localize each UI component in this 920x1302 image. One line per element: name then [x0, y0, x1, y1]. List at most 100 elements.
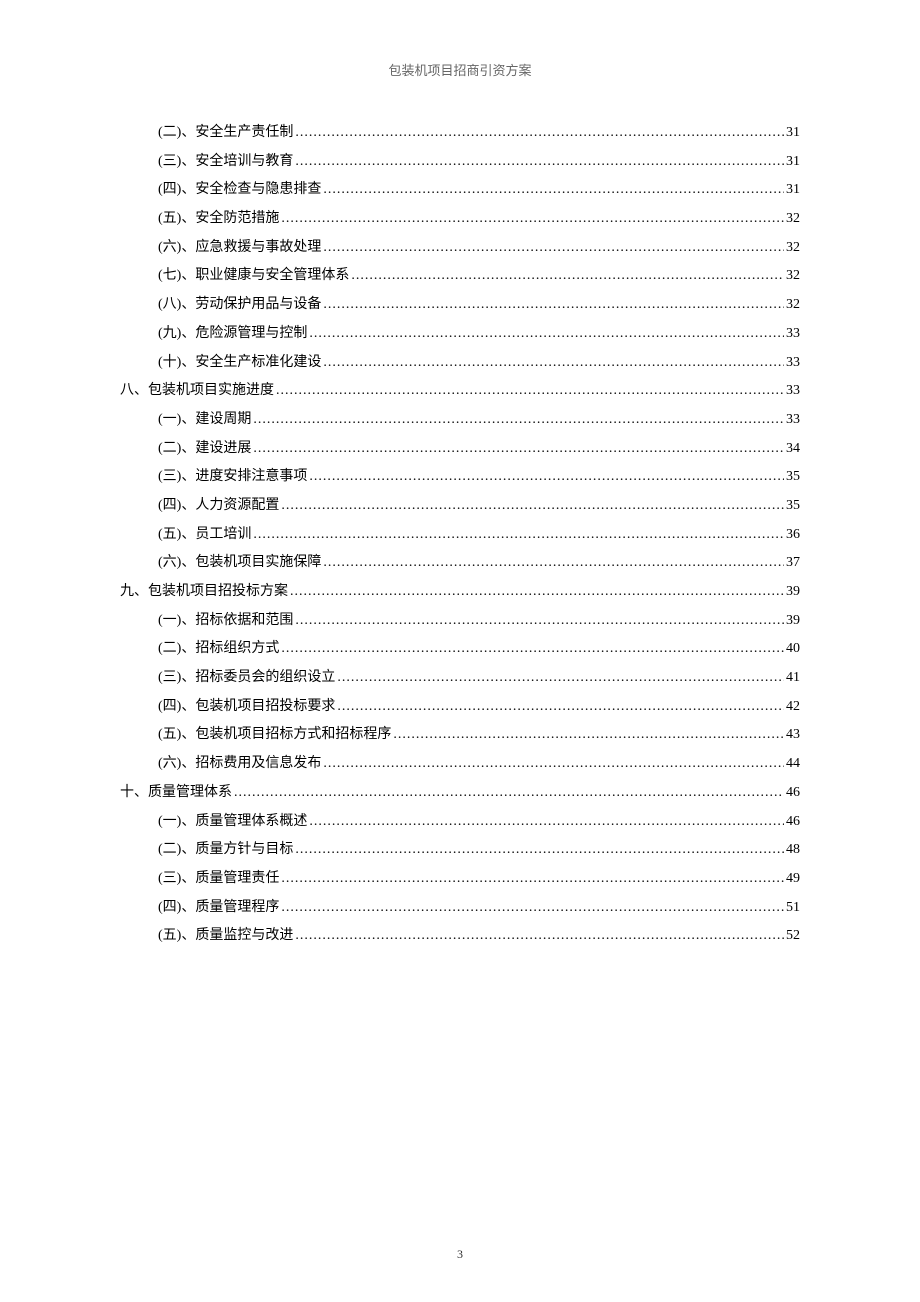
- toc-entry-page: 46: [786, 779, 800, 808]
- toc-leader-dots: [393, 721, 784, 750]
- page-number: 3: [0, 1247, 920, 1262]
- toc-entry-page: 32: [786, 234, 800, 263]
- toc-entry: (一)、建设周期 33: [120, 406, 800, 435]
- toc-entry-page: 43: [786, 721, 800, 750]
- toc-entry: (三)、安全培训与教育31: [120, 148, 800, 177]
- toc-entry-label: (六)、应急救援与事故处理: [158, 234, 321, 263]
- toc-entry: (一)、质量管理体系概述46: [120, 808, 800, 837]
- toc-entry-label: (二)、招标组织方式: [158, 635, 279, 664]
- toc-entry-page: 42: [786, 693, 800, 722]
- toc-entry: (二)、安全生产责任制31: [120, 119, 800, 148]
- toc-entry-page: 33: [786, 320, 800, 349]
- toc-entry: (五)、安全防范措施 32: [120, 205, 800, 234]
- toc-entry-label: (四)、安全检查与隐患排查: [158, 176, 321, 205]
- toc-leader-dots: [295, 607, 784, 636]
- toc-leader-dots: [276, 377, 784, 406]
- toc-entry-label: 十、质量管理体系: [120, 779, 232, 808]
- toc-entry: (二)、质量方针与目标48: [120, 836, 800, 865]
- toc-entry-page: 36: [786, 521, 800, 550]
- document-header-title: 包装机项目招商引资方案: [120, 60, 800, 79]
- toc-leader-dots: [309, 320, 784, 349]
- toc-entry-label: (五)、包装机项目招标方式和招标程序: [158, 721, 391, 750]
- toc-entry-label: (五)、安全防范措施: [158, 205, 279, 234]
- toc-entry-label: (四)、质量管理程序: [158, 894, 279, 923]
- toc-leader-dots: [323, 291, 784, 320]
- toc-entry-page: 37: [786, 549, 800, 578]
- toc-leader-dots: [281, 205, 784, 234]
- toc-leader-dots: [253, 435, 784, 464]
- toc-entry-page: 33: [786, 406, 800, 435]
- toc-entry-label: (一)、建设周期: [158, 406, 251, 435]
- toc-leader-dots: [323, 349, 784, 378]
- toc-leader-dots: [290, 578, 784, 607]
- toc-entry-label: (八)、劳动保护用品与设备: [158, 291, 321, 320]
- toc-entry-page: 52: [786, 922, 800, 951]
- toc-leader-dots: [295, 836, 784, 865]
- toc-entry: (五)、包装机项目招标方式和招标程序 43: [120, 721, 800, 750]
- toc-entry: (四)、安全检查与隐患排查 31: [120, 176, 800, 205]
- toc-leader-dots: [351, 262, 784, 291]
- toc-entry: (五)、员工培训 36: [120, 521, 800, 550]
- toc-entry-label: (一)、招标依据和范围: [158, 607, 293, 636]
- toc-entry-page: 33: [786, 377, 800, 406]
- toc-entry-page: 34: [786, 435, 800, 464]
- toc-entry: (四)、人力资源配置 35: [120, 492, 800, 521]
- toc-entry-label: (二)、建设进展: [158, 435, 251, 464]
- toc-entry: 九、包装机项目招投标方案 39: [120, 578, 800, 607]
- toc-entry: (十)、安全生产标准化建设 33: [120, 349, 800, 378]
- toc-leader-dots: [295, 922, 784, 951]
- toc-leader-dots: [309, 463, 784, 492]
- toc-leader-dots: [295, 148, 784, 177]
- toc-entry-label: (十)、安全生产标准化建设: [158, 349, 321, 378]
- toc-leader-dots: [281, 865, 784, 894]
- toc-leader-dots: [323, 176, 784, 205]
- toc-leader-dots: [323, 750, 784, 779]
- toc-entry-label: (四)、包装机项目招投标要求: [158, 693, 335, 722]
- toc-entry-page: 31: [786, 148, 800, 177]
- toc-entry-page: 49: [786, 865, 800, 894]
- toc-leader-dots: [234, 779, 784, 808]
- toc-entry-page: 32: [786, 205, 800, 234]
- toc-leader-dots: [295, 119, 784, 148]
- toc-entry-page: 35: [786, 492, 800, 521]
- toc-leader-dots: [323, 234, 784, 263]
- toc-entry: (一)、招标依据和范围 39: [120, 607, 800, 636]
- toc-entry: 八、包装机项目实施进度 33: [120, 377, 800, 406]
- toc-leader-dots: [253, 521, 784, 550]
- toc-entry: (八)、劳动保护用品与设备 32: [120, 291, 800, 320]
- toc-entry: (九)、危险源管理与控制 33: [120, 320, 800, 349]
- toc-entry: (二)、建设进展 34: [120, 435, 800, 464]
- toc-leader-dots: [337, 664, 784, 693]
- toc-entry-page: 33: [786, 349, 800, 378]
- toc-entry-label: (四)、人力资源配置: [158, 492, 279, 521]
- table-of-contents: (二)、安全生产责任制31(三)、安全培训与教育31(四)、安全检查与隐患排查 3…: [120, 119, 800, 951]
- toc-entry: 十、质量管理体系 46: [120, 779, 800, 808]
- toc-entry-page: 40: [786, 635, 800, 664]
- toc-entry-label: (二)、质量方针与目标: [158, 836, 293, 865]
- toc-entry: (四)、包装机项目招投标要求 42: [120, 693, 800, 722]
- toc-entry: (二)、招标组织方式 40: [120, 635, 800, 664]
- toc-entry-page: 51: [786, 894, 800, 923]
- toc-entry: (四)、质量管理程序 51: [120, 894, 800, 923]
- toc-entry-label: (三)、招标委员会的组织设立: [158, 664, 335, 693]
- toc-entry: (六)、招标费用及信息发布44: [120, 750, 800, 779]
- toc-entry-page: 32: [786, 291, 800, 320]
- toc-entry-label: 八、包装机项目实施进度: [120, 377, 274, 406]
- toc-entry-label: (六)、招标费用及信息发布: [158, 750, 321, 779]
- toc-entry-label: (三)、进度安排注意事项: [158, 463, 307, 492]
- toc-entry-label: (一)、质量管理体系概述: [158, 808, 307, 837]
- toc-entry-page: 39: [786, 607, 800, 636]
- toc-entry-page: 39: [786, 578, 800, 607]
- toc-entry-page: 41: [786, 664, 800, 693]
- toc-leader-dots: [323, 549, 784, 578]
- toc-leader-dots: [309, 808, 784, 837]
- toc-entry-label: (五)、员工培训: [158, 521, 251, 550]
- toc-entry-label: (九)、危险源管理与控制: [158, 320, 307, 349]
- toc-entry-label: (五)、质量监控与改进: [158, 922, 293, 951]
- toc-entry-label: (六)、包装机项目实施保障: [158, 549, 321, 578]
- toc-entry-label: 九、包装机项目招投标方案: [120, 578, 288, 607]
- toc-leader-dots: [281, 635, 784, 664]
- toc-leader-dots: [337, 693, 784, 722]
- toc-entry-page: 31: [786, 176, 800, 205]
- toc-leader-dots: [281, 894, 784, 923]
